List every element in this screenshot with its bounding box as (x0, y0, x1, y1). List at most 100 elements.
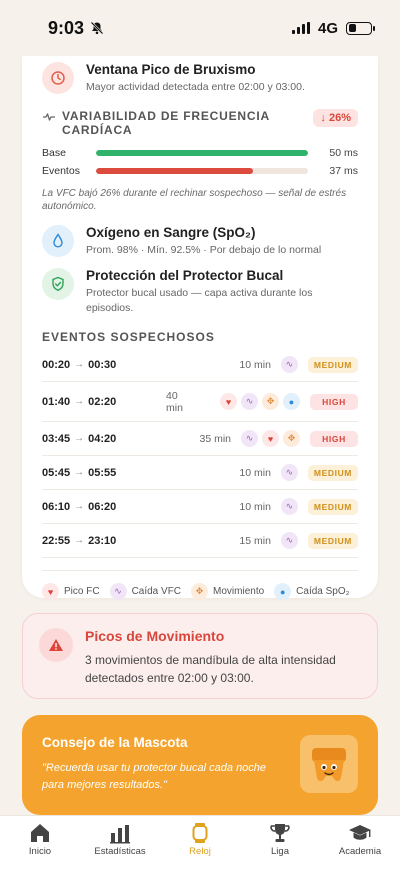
nav-estadisticas[interactable]: Estadísticas (81, 822, 159, 857)
legend: ♥ Pico FC ∿ Caída VFC ✥ Movimiento ● Caída S… (42, 570, 358, 600)
event-start: 00:20 (42, 358, 71, 371)
legend-spo-label: Caída SpO₂ (296, 586, 350, 597)
nav-inicio[interactable]: Inicio (1, 822, 79, 857)
movement-alert: Picos de Movimiento 3 movimientos de man… (22, 613, 378, 699)
event-end: 00:30 (88, 358, 117, 371)
event-start: 22:55 (42, 534, 71, 547)
oxygen-subtitle: Prom. 98% · Mín. 92.5% · Por debajo de l… (86, 244, 322, 256)
peak-window-row: Ventana Pico de Bruxismo Mayor actividad… (42, 62, 358, 95)
move-icon: ✥ (191, 583, 209, 600)
vfc-events-label: Eventos (42, 165, 80, 177)
pulse-icon: ∿ (280, 498, 298, 515)
trophy-icon (270, 824, 290, 842)
arrow-right-icon: → (74, 433, 85, 444)
sleep-report-card: Ventana Pico de Bruxismo Mayor actividad… (22, 56, 378, 600)
event-time: 01:40 → 02:20 (42, 396, 166, 408)
pulse-icon: ∿ (280, 356, 298, 373)
clock-icon (42, 62, 74, 94)
network-label: 4G (317, 19, 338, 37)
nav-liga[interactable]: Liga (241, 822, 319, 857)
signal-icon (291, 22, 310, 34)
heart-icon: ♥ (42, 583, 59, 600)
event-start: 03:45 (42, 432, 71, 445)
event-duration: 10 min (239, 466, 271, 479)
watch-icon (192, 823, 208, 843)
event-end: 06:20 (88, 500, 117, 513)
event-row[interactable]: 01:40 → 02:20 40 min ♥ ∿ ✥ ● HIGH (42, 382, 358, 422)
graduation-cap-icon (349, 825, 371, 840)
legend-spo: ● Caída SpO₂ (274, 583, 350, 600)
event-start: 05:45 (42, 466, 71, 479)
arrow-right-icon: → (74, 501, 85, 512)
event-row[interactable]: 03:45 → 04:20 35 min ∿ ♥ ✥ HIGH (42, 422, 358, 456)
vfc-change-badge: ↓ 26% (313, 109, 358, 127)
event-row[interactable]: 05:45 → 05:55 10 min ∿ MEDIUM (42, 456, 358, 490)
vfc-base-row: Base 50 ms (42, 147, 358, 159)
severity-badge: HIGH (310, 393, 358, 410)
oxygen-row: Oxígeno en Sangre (SpO₂) Prom. 98% · Mín… (42, 225, 358, 258)
event-end: 05:55 (88, 466, 117, 479)
chart-icon (110, 825, 130, 844)
event-row[interactable]: 06:10 → 06:20 10 min ∿ MEDIUM (42, 490, 358, 524)
nav-inicio-label: Inicio (28, 846, 52, 857)
bottom-nav: Inicio Estadísticas Reloj Liga Academia (0, 815, 400, 869)
pulse-icon (43, 113, 55, 121)
events-title: EVENTOS SOSPECHOSOS (42, 330, 215, 344)
pulse-icon: ∿ (280, 464, 298, 481)
vfc-events-fill (96, 168, 253, 174)
nav-reloj[interactable]: Reloj (161, 822, 239, 857)
vfc-header: VARIABILIDAD DE FRECUENCIA CARDÍACA ↓ 26… (42, 109, 358, 137)
guard-title: Protección del Protector Bucal (86, 268, 284, 283)
pulse-icon: ∿ (241, 393, 258, 410)
nav-academia[interactable]: Academia (321, 822, 399, 857)
severity-badge: HIGH (310, 430, 358, 447)
movement-alert-title: Picos de Movimiento (85, 628, 225, 644)
event-start: 01:40 (42, 395, 71, 408)
oxygen-title: Oxígeno en Sangre (SpO₂) (86, 225, 256, 240)
event-time: 03:45 → 04:20 (42, 433, 182, 445)
peak-window-title: Ventana Pico de Bruxismo (86, 62, 256, 77)
mascot-tip-card: Consejo de la Mascota "Recuerda usar tu … (22, 715, 378, 815)
nav-academia-label: Academia (338, 846, 382, 857)
vfc-note: La VFC bajó 26% durante el rechinar sosp… (42, 188, 347, 212)
event-duration: 15 min (239, 534, 271, 547)
event-row[interactable]: 00:20 → 00:30 10 min ∿ MEDIUM (42, 348, 358, 382)
status-time: 9:03 (48, 17, 85, 38)
event-time: 05:45 → 05:55 (42, 467, 182, 479)
warning-icon (39, 628, 73, 662)
severity-badge: MEDIUM (307, 532, 358, 549)
event-time: 00:20 → 00:30 (42, 359, 182, 371)
status-bar: 9:03 4G (0, 0, 400, 56)
legend-vfc: ∿ Caída VFC (109, 583, 182, 600)
drop-icon: ● (274, 583, 292, 600)
move-icon: ✥ (262, 393, 279, 410)
vfc-base-bar (96, 150, 308, 156)
arrow-right-icon: → (74, 535, 85, 546)
event-end: 23:10 (88, 534, 117, 547)
pulse-icon: ∿ (109, 583, 127, 600)
event-row[interactable]: 22:55 → 23:10 15 min ∿ MEDIUM (42, 524, 358, 558)
legend-vfc-label: Caída VFC (131, 586, 182, 597)
movement-alert-text: 3 movimientos de mandíbula de alta inten… (85, 653, 336, 685)
home-icon (31, 824, 49, 842)
drop-icon: ● (283, 393, 300, 410)
mascot-tip-text: "Recuerda usar tu protector bucal cada n… (42, 762, 267, 791)
severity-badge: MEDIUM (307, 498, 358, 515)
vfc-title: VARIABILIDAD DE FRECUENCIA CARDÍACA (62, 109, 270, 137)
legend-hr-label: Pico FC (64, 586, 100, 597)
shield-check-icon (42, 268, 74, 300)
vfc-events-value: 37 ms (329, 165, 358, 177)
event-end: 04:20 (88, 432, 117, 445)
vfc-base-value: 50 ms (329, 147, 358, 159)
peak-window-subtitle: Mayor actividad detectada entre 02:00 y … (86, 81, 305, 93)
event-duration: 40 min (166, 389, 183, 414)
severity-badge: MEDIUM (307, 464, 358, 481)
move-icon: ✥ (283, 430, 300, 447)
drop-icon (42, 225, 74, 257)
battery-icon (346, 21, 375, 35)
event-duration: 10 min (239, 500, 271, 513)
legend-mov: ✥ Movimiento (191, 583, 264, 600)
nav-liga-label: Liga (271, 846, 289, 857)
vfc-base-fill (96, 150, 308, 156)
event-duration: 35 min (199, 432, 231, 445)
